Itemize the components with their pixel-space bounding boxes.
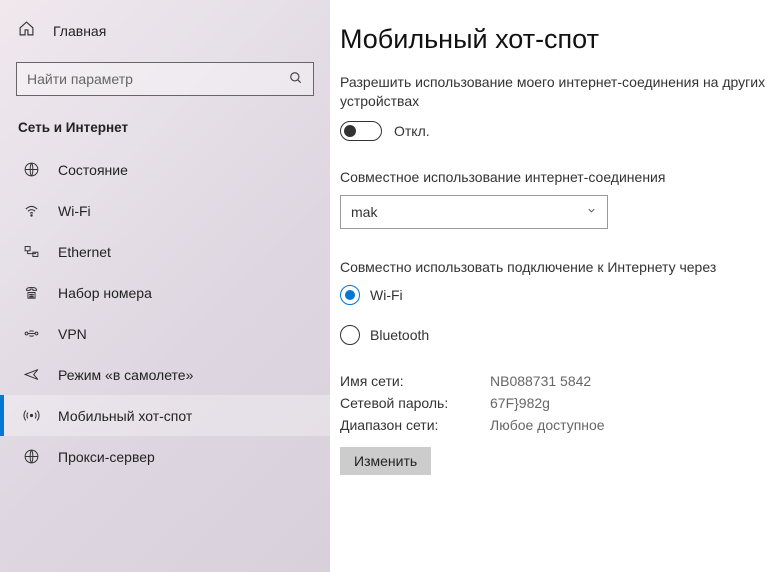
edit-button[interactable]: Изменить [340,447,431,475]
info-row-password: Сетевой пароль: 67F}982g [340,395,782,411]
sidebar-item-dialup[interactable]: Набор номера [0,272,330,313]
sidebar-item-label: Wi-Fi [58,203,312,219]
sidebar-item-proxy[interactable]: Прокси-сервер [0,436,330,477]
share-over-radio-group: Wi-Fi Bluetooth [340,285,782,345]
home-icon [18,20,35,42]
sidebar-item-label: Состояние [58,162,312,178]
sidebar-item-vpn[interactable]: VPN [0,313,330,354]
search-icon [289,71,303,88]
ethernet-icon [22,243,40,260]
sidebar-item-label: VPN [58,326,312,342]
page-title: Мобильный хот-спот [340,24,782,55]
radio-indicator [340,285,360,305]
toggle-row: Откл. [340,121,782,141]
search-input[interactable] [27,71,289,87]
radio-bluetooth[interactable]: Bluetooth [340,325,782,345]
hotspot-toggle[interactable] [340,121,382,141]
sidebar-item-airplane[interactable]: Режим «в самолете» [0,354,330,395]
radio-label: Bluetooth [370,327,429,343]
proxy-icon [22,448,40,465]
main-content: Мобильный хот-спот Разрешить использован… [330,0,782,572]
airplane-icon [22,366,40,383]
sidebar-item-hotspot[interactable]: Мобильный хот-спот [0,395,330,436]
radio-label: Wi-Fi [370,287,403,303]
toggle-state-label: Откл. [394,123,430,139]
info-val: Любое доступное [490,417,605,433]
radio-indicator [340,325,360,345]
description: Разрешить использование моего интернет-с… [340,73,782,111]
nav-list: Состояние Wi-Fi Ethernet Набор номера VP… [0,149,330,477]
home-row[interactable]: Главная [0,14,330,52]
info-row-band: Диапазон сети: Любое доступное [340,417,782,433]
sidebar-item-wifi[interactable]: Wi-Fi [0,190,330,231]
share-connection-select[interactable]: mak [340,195,608,229]
hotspot-icon [22,407,40,424]
sidebar: Главная Сеть и Интернет Состояние Wi-Fi … [0,0,330,572]
globe-icon [22,161,40,178]
home-label: Главная [53,23,106,39]
dialup-icon [22,284,40,301]
search-box[interactable] [16,62,314,96]
sidebar-category: Сеть и Интернет [0,110,330,149]
network-info-table: Имя сети: NB088731 5842 Сетевой пароль: … [340,373,782,433]
share-over-label: Совместно использовать подключение к Инт… [340,259,782,275]
sidebar-item-ethernet[interactable]: Ethernet [0,231,330,272]
sidebar-item-label: Ethernet [58,244,312,260]
info-key: Диапазон сети: [340,417,490,433]
chevron-down-icon [586,205,597,219]
wifi-icon [22,202,40,219]
info-key: Имя сети: [340,373,490,389]
info-row-network-name: Имя сети: NB088731 5842 [340,373,782,389]
sidebar-item-label: Набор номера [58,285,312,301]
vpn-icon [22,325,40,342]
select-value: mak [351,204,377,220]
sidebar-item-label: Режим «в самолете» [58,367,312,383]
sidebar-item-label: Прокси-сервер [58,449,312,465]
sidebar-item-label: Мобильный хот-спот [58,408,312,424]
info-val: 67F}982g [490,395,550,411]
share-connection-label: Совместное использование интернет-соедин… [340,169,782,185]
radio-wifi[interactable]: Wi-Fi [340,285,782,305]
sidebar-item-status[interactable]: Состояние [0,149,330,190]
info-key: Сетевой пароль: [340,395,490,411]
info-val: NB088731 5842 [490,373,591,389]
